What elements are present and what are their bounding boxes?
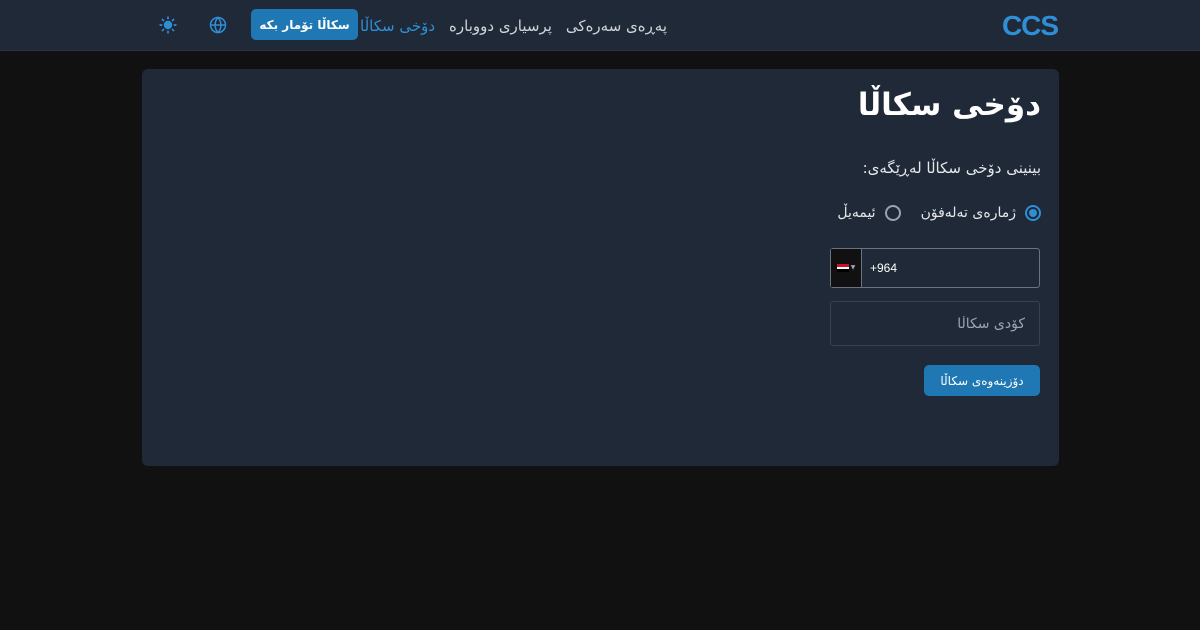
radio-label-phone: ژمارەی تەلەفۆن (920, 205, 1016, 221)
register-complaint-button[interactable]: سکاڵا تۆمار بکە (251, 9, 358, 40)
phone-number-input[interactable]: +964 (862, 261, 1039, 275)
country-code-select[interactable]: ▼ (831, 249, 862, 287)
sun-icon[interactable] (157, 14, 179, 36)
lookup-method-label: بینینی دۆخی سکاڵا لەڕێگەی: (862, 159, 1041, 177)
nav-link-faq[interactable]: پرسیاری دووبارە (449, 17, 552, 35)
top-navbar: CCS پەڕەی سەرەکی پرسیاری دووبارە دۆخی سک… (0, 0, 1200, 51)
svg-text:CCS: CCS (1002, 10, 1058, 41)
nav-link-complaint-status[interactable]: دۆخی سکاڵا (360, 17, 435, 35)
ccs-logo[interactable]: CCS (999, 9, 1061, 41)
globe-icon[interactable] (207, 14, 229, 36)
phone-input-group: ▼ +964 (830, 248, 1040, 288)
chevron-down-icon: ▼ (850, 264, 856, 271)
lookup-method-radio-group: ژمارەی تەلەفۆن ئیمەیڵ (837, 205, 1041, 221)
iraq-flag-icon (836, 264, 849, 273)
radio-option-email[interactable]: ئیمەیڵ (837, 205, 901, 221)
complaint-status-card: دۆخی سکاڵا بینینی دۆخی سکاڵا لەڕێگەی: ژم… (142, 69, 1059, 466)
page-title: دۆخی سکاڵا (857, 87, 1041, 123)
radio-checked-icon[interactable] (1025, 205, 1041, 221)
find-complaint-button[interactable]: دۆزینەوەی سکاڵا (924, 365, 1040, 396)
radio-option-phone[interactable]: ژمارەی تەلەفۆن (921, 205, 1041, 221)
complaint-code-input[interactable] (830, 301, 1040, 346)
radio-unchecked-icon[interactable] (884, 205, 901, 221)
nav-link-home[interactable]: پەڕەی سەرەکی (566, 17, 667, 35)
nav-links: پەڕەی سەرەکی پرسیاری دووبارە دۆخی سکاڵا (360, 0, 667, 51)
radio-label-email: ئیمەیڵ (837, 205, 876, 221)
